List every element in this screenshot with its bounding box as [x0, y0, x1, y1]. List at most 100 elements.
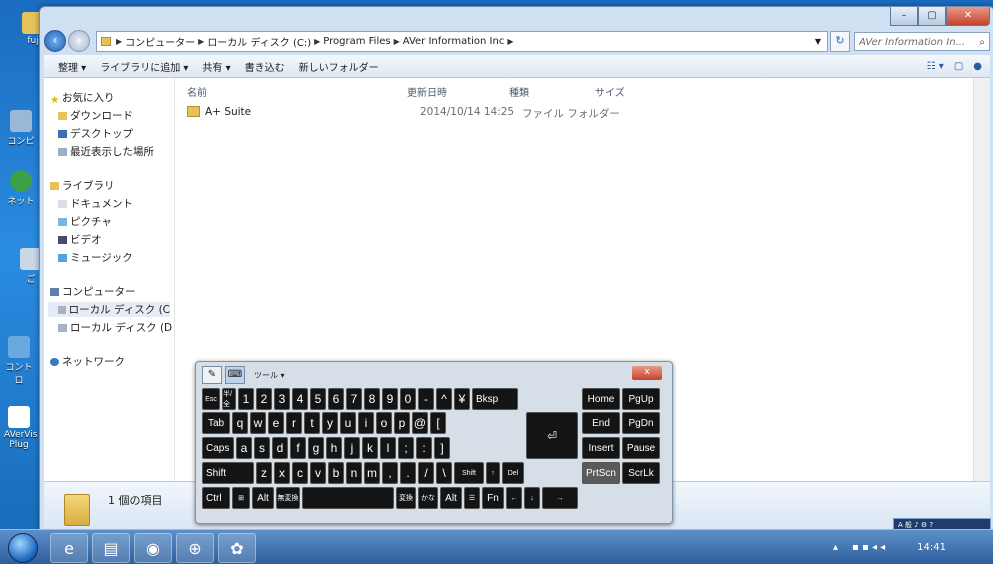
osk-key[interactable]: かな [418, 487, 438, 509]
share-menu[interactable]: 共有 ▾ [202, 59, 230, 74]
osk-key[interactable]: 3 [274, 388, 290, 410]
refresh-button[interactable]: ↻ [830, 30, 850, 52]
osk-key[interactable]: ☰ [464, 487, 480, 509]
nav-documents[interactable]: ドキュメント [58, 196, 133, 211]
search-app-icon[interactable]: ⊕ [176, 533, 214, 563]
osk-key[interactable]: ↑ [486, 462, 500, 484]
organize-menu[interactable]: 整理 ▾ [58, 59, 86, 74]
osk-key[interactable]: / [418, 462, 434, 484]
osk-key[interactable]: z [256, 462, 272, 484]
osk-key[interactable]: Shift [202, 462, 254, 484]
media-player-icon[interactable]: ◉ [134, 533, 172, 563]
nav-local-disk-d[interactable]: ローカル ディスク (D [58, 320, 172, 335]
nav-recent-places[interactable]: 最近表示した場所 [58, 144, 154, 159]
file-row-a-plus-suite[interactable]: A+ Suite 2014/10/14 14:25 ファイル フォルダー [187, 106, 620, 121]
osk-key[interactable]: ScrLk [622, 462, 660, 484]
osk-key[interactable]: ; [398, 437, 414, 459]
osk-key[interactable]: PrtScn [582, 462, 620, 484]
osk-key[interactable]: p [394, 412, 410, 434]
minimize-button[interactable]: – [890, 7, 918, 26]
osk-key[interactable]: k [362, 437, 378, 459]
scrollbar[interactable] [973, 78, 990, 481]
osk-key[interactable]: ⊞ [232, 487, 250, 509]
osk-key[interactable]: f [290, 437, 306, 459]
start-button[interactable] [8, 533, 38, 563]
nav-videos[interactable]: ビデオ [58, 232, 102, 247]
osk-key[interactable]: : [416, 437, 432, 459]
osk-key[interactable]: 半/全 [222, 388, 236, 410]
osk-key[interactable]: w [250, 412, 266, 434]
breadcrumb-local-disk-c[interactable]: ローカル ディスク (C:) [207, 34, 311, 49]
osk-key[interactable]: Tab [202, 412, 230, 434]
osk-key[interactable]: b [328, 462, 344, 484]
osk-key[interactable]: Home [582, 388, 620, 410]
osk-key[interactable]: s [254, 437, 270, 459]
nav-downloads[interactable]: ダウンロード [58, 108, 133, 123]
maximize-button[interactable]: ▢ [918, 7, 946, 26]
column-header-date[interactable]: 更新日時 [407, 84, 447, 99]
nav-libraries[interactable]: ライブラリ [50, 178, 115, 193]
osk-key[interactable]: 6 [328, 388, 344, 410]
paint-icon[interactable]: ✿ [218, 533, 256, 563]
osk-key[interactable]: Del [502, 462, 524, 484]
nav-desktop[interactable]: デスクトップ [58, 126, 133, 141]
view-options-icon[interactable]: ☷ ▾ [927, 61, 944, 72]
nav-pictures[interactable]: ピクチャ [58, 214, 112, 229]
osk-key[interactable] [302, 487, 394, 509]
breadcrumb-computer[interactable]: コンピューター [125, 34, 195, 49]
keyboard-icon[interactable]: ⌨ [225, 366, 245, 384]
osk-tools-menu[interactable]: ツール ▾ [254, 370, 285, 381]
osk-key[interactable]: ¥ [454, 388, 470, 410]
osk-key[interactable]: 4 [292, 388, 308, 410]
osk-key[interactable]: Ctrl [202, 487, 230, 509]
osk-key[interactable]: g [308, 437, 324, 459]
osk-key[interactable]: e [268, 412, 284, 434]
new-folder-button[interactable]: 新しいフォルダー [299, 59, 379, 74]
burn-button[interactable]: 書き込む [245, 59, 285, 74]
osk-key[interactable]: v [310, 462, 326, 484]
osk-key[interactable]: Alt [440, 487, 462, 509]
osk-key[interactable]: , [382, 462, 398, 484]
osk-key[interactable]: Esc [202, 388, 220, 410]
address-dropdown-icon[interactable]: ▼ [809, 37, 827, 46]
osk-key[interactable]: PgDn [622, 412, 660, 434]
clock[interactable]: 14:41 [917, 542, 946, 553]
breadcrumb-program-files[interactable]: Program Files [323, 36, 390, 47]
nav-music[interactable]: ミュージック [58, 250, 133, 265]
osk-key[interactable]: \ [436, 462, 452, 484]
osk-key[interactable]: PgUp [622, 388, 660, 410]
pen-icon[interactable]: ✎ [202, 366, 222, 384]
osk-key[interactable]: ] [434, 437, 450, 459]
address-bar[interactable]: ▶ コンピューター ▶ ローカル ディスク (C:) ▶ Program Fil… [96, 30, 828, 52]
osk-key[interactable]: - [418, 388, 434, 410]
osk-key[interactable]: ← [506, 487, 522, 509]
osk-key[interactable]: Bksp [472, 388, 518, 410]
osk-key[interactable]: 8 [364, 388, 380, 410]
osk-key[interactable]: 変換 [396, 487, 416, 509]
osk-key[interactable]: 7 [346, 388, 362, 410]
osk-key[interactable]: 1 [238, 388, 254, 410]
osk-key[interactable]: m [364, 462, 380, 484]
osk-key[interactable]: @ [412, 412, 428, 434]
desktop-icon-control-panel[interactable]: コントロ [4, 336, 34, 386]
osk-key[interactable]: Pause [622, 437, 660, 459]
desktop-icon-avervision[interactable]: AVerVis Plug [4, 406, 37, 450]
osk-close-button[interactable]: x [632, 366, 662, 380]
osk-key[interactable]: j [344, 437, 360, 459]
osk-key[interactable]: [ [430, 412, 446, 434]
forward-button[interactable]: › [68, 30, 90, 52]
osk-key[interactable]: q [232, 412, 248, 434]
desktop-icon-computer[interactable]: コンピ [6, 110, 36, 147]
desktop-icon-network[interactable]: ネット [6, 170, 36, 207]
osk-key[interactable]: n [346, 462, 362, 484]
osk-key[interactable]: r [286, 412, 302, 434]
nav-favorites[interactable]: ★ お気に入り [50, 90, 115, 106]
internet-explorer-icon[interactable]: e [50, 533, 88, 563]
osk-key[interactable]: Shift [454, 462, 484, 484]
nav-network[interactable]: ネットワーク [50, 354, 125, 369]
column-header-size[interactable]: サイズ [595, 84, 625, 99]
column-header-type[interactable]: 種類 [509, 84, 529, 99]
osk-key[interactable]: ^ [436, 388, 452, 410]
osk-key[interactable]: a [236, 437, 252, 459]
osk-key[interactable]: c [292, 462, 308, 484]
